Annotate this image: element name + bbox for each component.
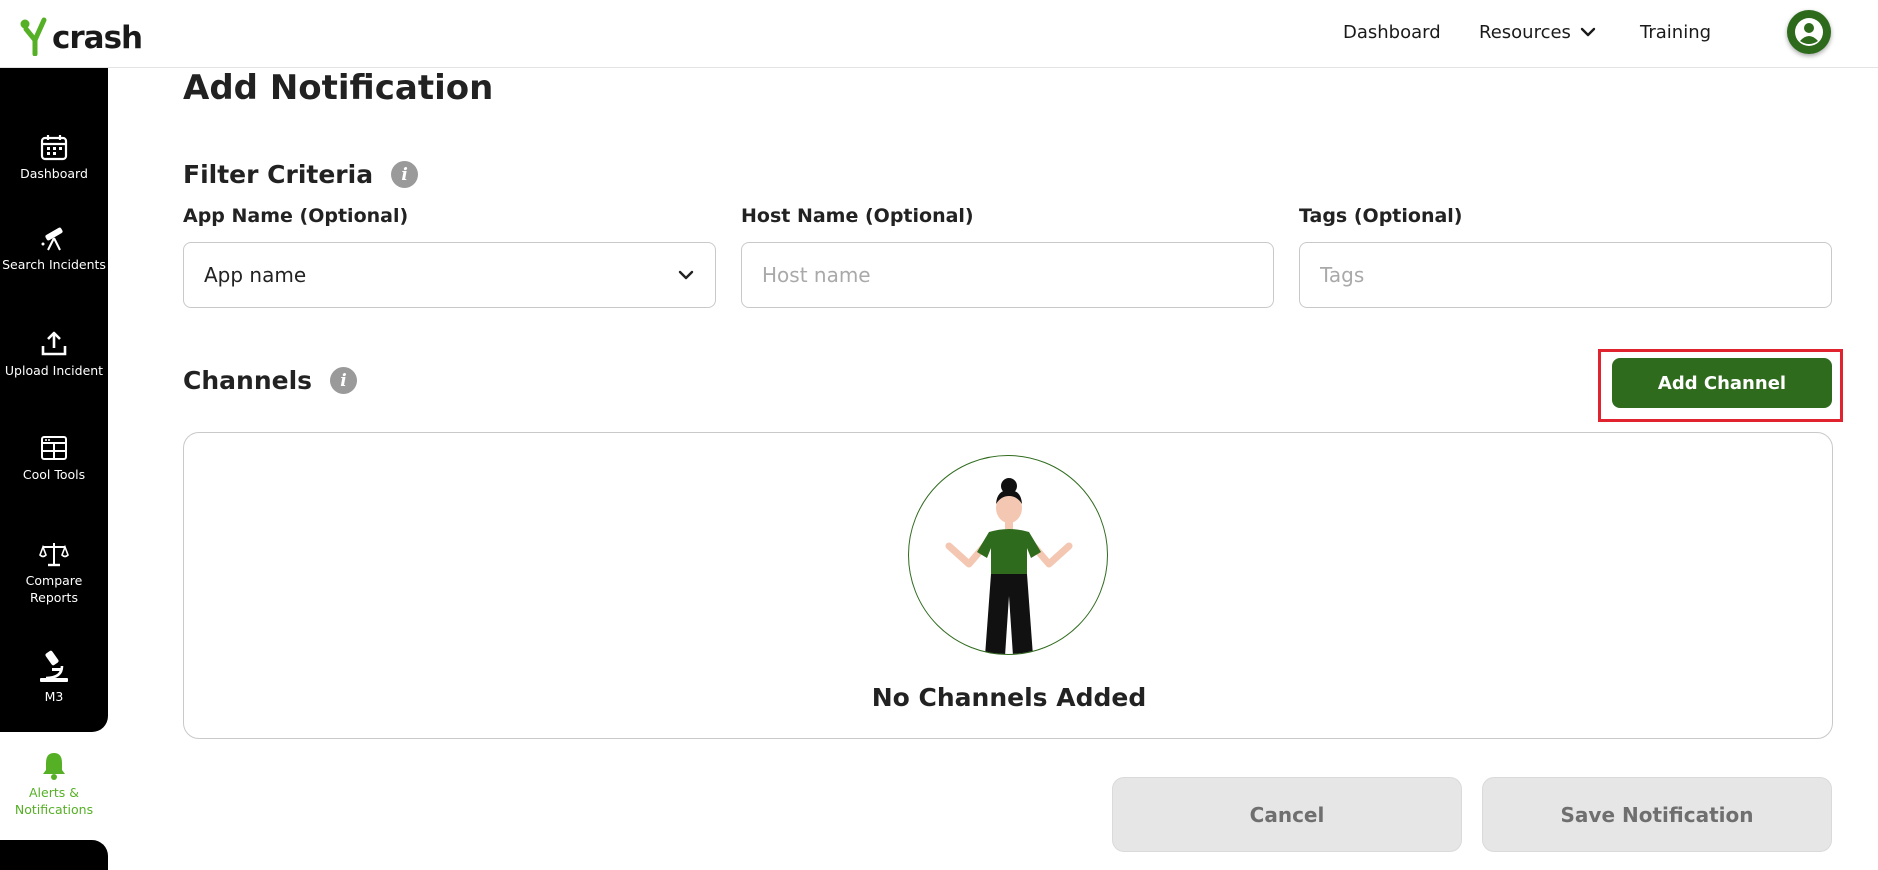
channels-heading: Channels i bbox=[183, 366, 358, 395]
tags-field-wrapper bbox=[1299, 242, 1832, 308]
calendar-icon bbox=[40, 135, 68, 161]
sidebar: Dashboard Search Incidents Upload Incide… bbox=[0, 68, 108, 732]
info-icon[interactable]: i bbox=[330, 367, 358, 394]
scales-icon bbox=[39, 543, 69, 567]
sidebar-item-label: Cool Tools bbox=[22, 467, 86, 482]
tags-label: Tags (Optional) bbox=[1299, 205, 1463, 227]
telescope-icon bbox=[41, 227, 63, 251]
host-name-label: Host Name (Optional) bbox=[741, 205, 974, 227]
sidebar-item-m3[interactable]: M3 bbox=[0, 648, 108, 705]
crash-logo[interactable]: crash bbox=[20, 8, 143, 56]
sidebar-item-label: Dashboard bbox=[20, 166, 88, 181]
woman-shrugging-icon bbox=[945, 478, 1073, 654]
upload-icon bbox=[41, 331, 67, 356]
logo-text: crash bbox=[52, 20, 143, 56]
tags-input[interactable] bbox=[1320, 263, 1811, 287]
grid-icon bbox=[41, 436, 67, 460]
host-name-input[interactable] bbox=[762, 263, 1253, 287]
app-name-label: App Name (Optional) bbox=[183, 205, 409, 227]
nav-dashboard[interactable]: Dashboard bbox=[1343, 22, 1441, 43]
sidebar-item-dashboard[interactable]: Dashboard bbox=[0, 133, 108, 182]
host-name-field-wrapper bbox=[741, 242, 1274, 308]
channels-list: No Channels Added bbox=[183, 432, 1833, 739]
page-title: Add Notification bbox=[183, 68, 494, 108]
top-header: crash Dashboard Resources Training bbox=[0, 0, 1878, 68]
nav-resources-label: Resources bbox=[1479, 21, 1571, 43]
sidebar-item-upload-incident[interactable]: Upload Incident bbox=[0, 330, 108, 379]
user-avatar[interactable] bbox=[1787, 10, 1831, 54]
nav-resources[interactable]: Resources bbox=[1479, 22, 1597, 43]
save-notification-button[interactable]: Save Notification bbox=[1482, 777, 1832, 852]
channels-title: Channels bbox=[183, 366, 313, 395]
sidebar-item-label: M3 bbox=[44, 689, 64, 704]
app-name-select[interactable]: App name bbox=[183, 242, 716, 308]
sidebar-item-compare-reports[interactable]: Compare Reports bbox=[0, 540, 108, 606]
cancel-button[interactable]: Cancel bbox=[1112, 777, 1462, 852]
user-icon bbox=[1795, 18, 1823, 46]
bell-icon bbox=[43, 753, 65, 780]
nav-training[interactable]: Training bbox=[1640, 22, 1711, 43]
sidebar-item-label: Search Incidents bbox=[2, 257, 106, 272]
empty-state-illustration bbox=[908, 455, 1108, 655]
empty-state-text: No Channels Added bbox=[871, 683, 1147, 712]
logo-mark-icon bbox=[20, 17, 47, 56]
sidebar-item-alerts-notifications[interactable]: Alerts & Notifications bbox=[0, 750, 108, 818]
filter-criteria-heading: Filter Criteria i bbox=[183, 160, 419, 189]
sidebar-item-cool-tools[interactable]: Cool Tools bbox=[0, 434, 108, 483]
sidebar-item-search-incidents[interactable]: Search Incidents bbox=[0, 224, 108, 273]
add-channel-button[interactable]: Add Channel bbox=[1612, 358, 1832, 408]
sidebar-item-label: Alerts & Notifications bbox=[14, 785, 94, 817]
info-icon[interactable]: i bbox=[391, 161, 419, 188]
chevron-down-icon bbox=[1580, 27, 1596, 37]
sidebar-item-label: Compare Reports bbox=[25, 573, 83, 605]
sidebar-bottom bbox=[0, 840, 108, 870]
sidebar-item-label: Upload Incident bbox=[4, 363, 104, 378]
microscope-icon bbox=[40, 650, 68, 682]
chevron-down-icon bbox=[678, 270, 694, 280]
app-name-value: App name bbox=[204, 263, 307, 287]
filter-criteria-title: Filter Criteria bbox=[183, 160, 374, 189]
